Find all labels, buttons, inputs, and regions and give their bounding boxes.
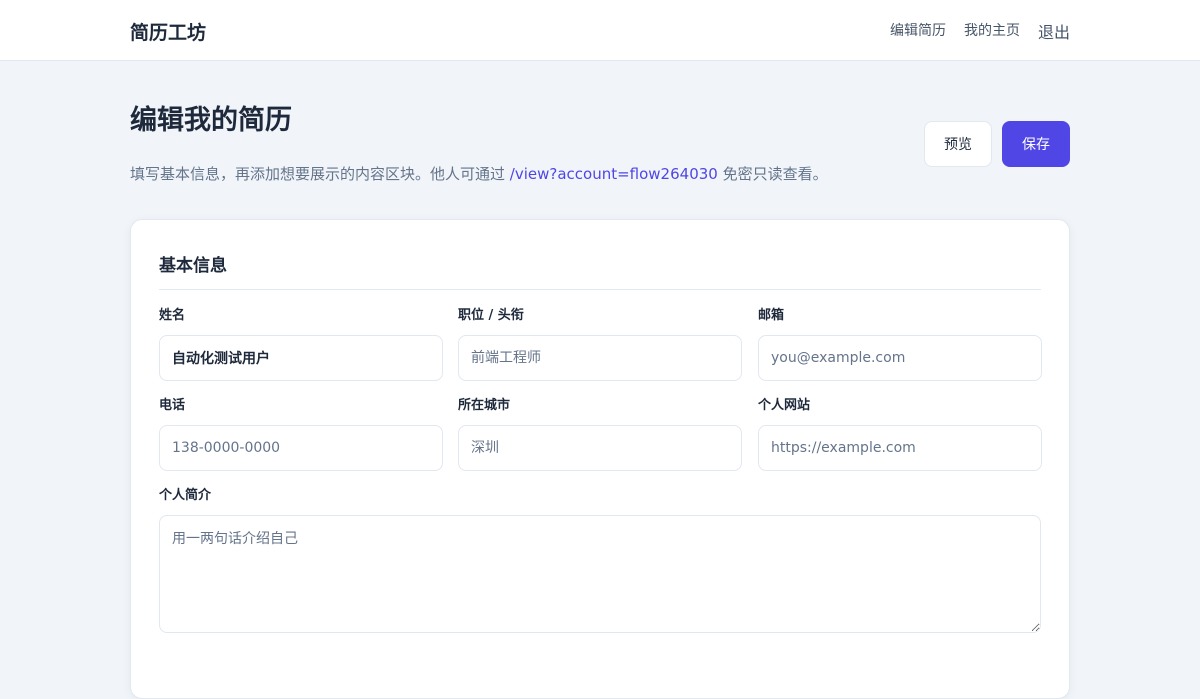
brand-logo[interactable]: 简历工坊 <box>130 18 206 45</box>
phone-input[interactable] <box>159 425 443 471</box>
nav-my-home[interactable]: 我的主页 <box>964 20 1020 43</box>
phone-field-group: 电话 <box>159 396 443 471</box>
email-field-group: 邮箱 <box>758 306 1042 381</box>
save-button[interactable]: 保存 <box>1002 121 1070 167</box>
website-field-group: 个人网站 <box>758 396 1042 471</box>
website-input[interactable] <box>758 425 1042 471</box>
city-label: 所在城市 <box>458 398 511 413</box>
nav-edit-resume[interactable]: 编辑简历 <box>890 20 946 43</box>
email-input[interactable] <box>758 335 1042 381</box>
position-label: 职位 / 头衔 <box>458 308 524 323</box>
bio-textarea[interactable] <box>159 515 1041 633</box>
bio-label: 个人简介 <box>159 488 212 503</box>
name-input[interactable] <box>159 335 443 381</box>
position-field-group: 职位 / 头衔 <box>458 306 742 381</box>
view-link[interactable]: /view?account=flow264030 <box>510 165 718 183</box>
website-label: 个人网站 <box>758 398 811 413</box>
card-divider <box>159 289 1041 290</box>
bio-field-group: 个人简介 <box>159 486 1041 637</box>
top-bar: 简历工坊 编辑简历 我的主页 退出 <box>0 0 1200 61</box>
phone-label: 电话 <box>159 398 186 413</box>
name-field-group: 姓名 <box>159 306 443 381</box>
name-label: 姓名 <box>159 308 186 323</box>
top-nav: 编辑简历 我的主页 退出 <box>890 20 1070 43</box>
basic-info-title: 基本信息 <box>159 256 227 276</box>
description-prefix: 填写基本信息，再添加想要展示的内容区块。他人可通过 <box>130 165 510 183</box>
city-input[interactable] <box>458 425 742 471</box>
description-suffix: 免密只读查看。 <box>717 165 828 183</box>
preview-button[interactable]: 预览 <box>924 121 992 167</box>
email-label: 邮箱 <box>758 308 785 323</box>
basic-info-card: 基本信息 姓名 职位 / 头衔 邮箱 电话 所在城市 个人网站 个人简介 <box>130 219 1070 699</box>
nav-logout[interactable]: 退出 <box>1038 19 1070 43</box>
position-input[interactable] <box>458 335 742 381</box>
page-actions: 预览 保存 <box>924 121 1070 167</box>
city-field-group: 所在城市 <box>458 396 742 471</box>
